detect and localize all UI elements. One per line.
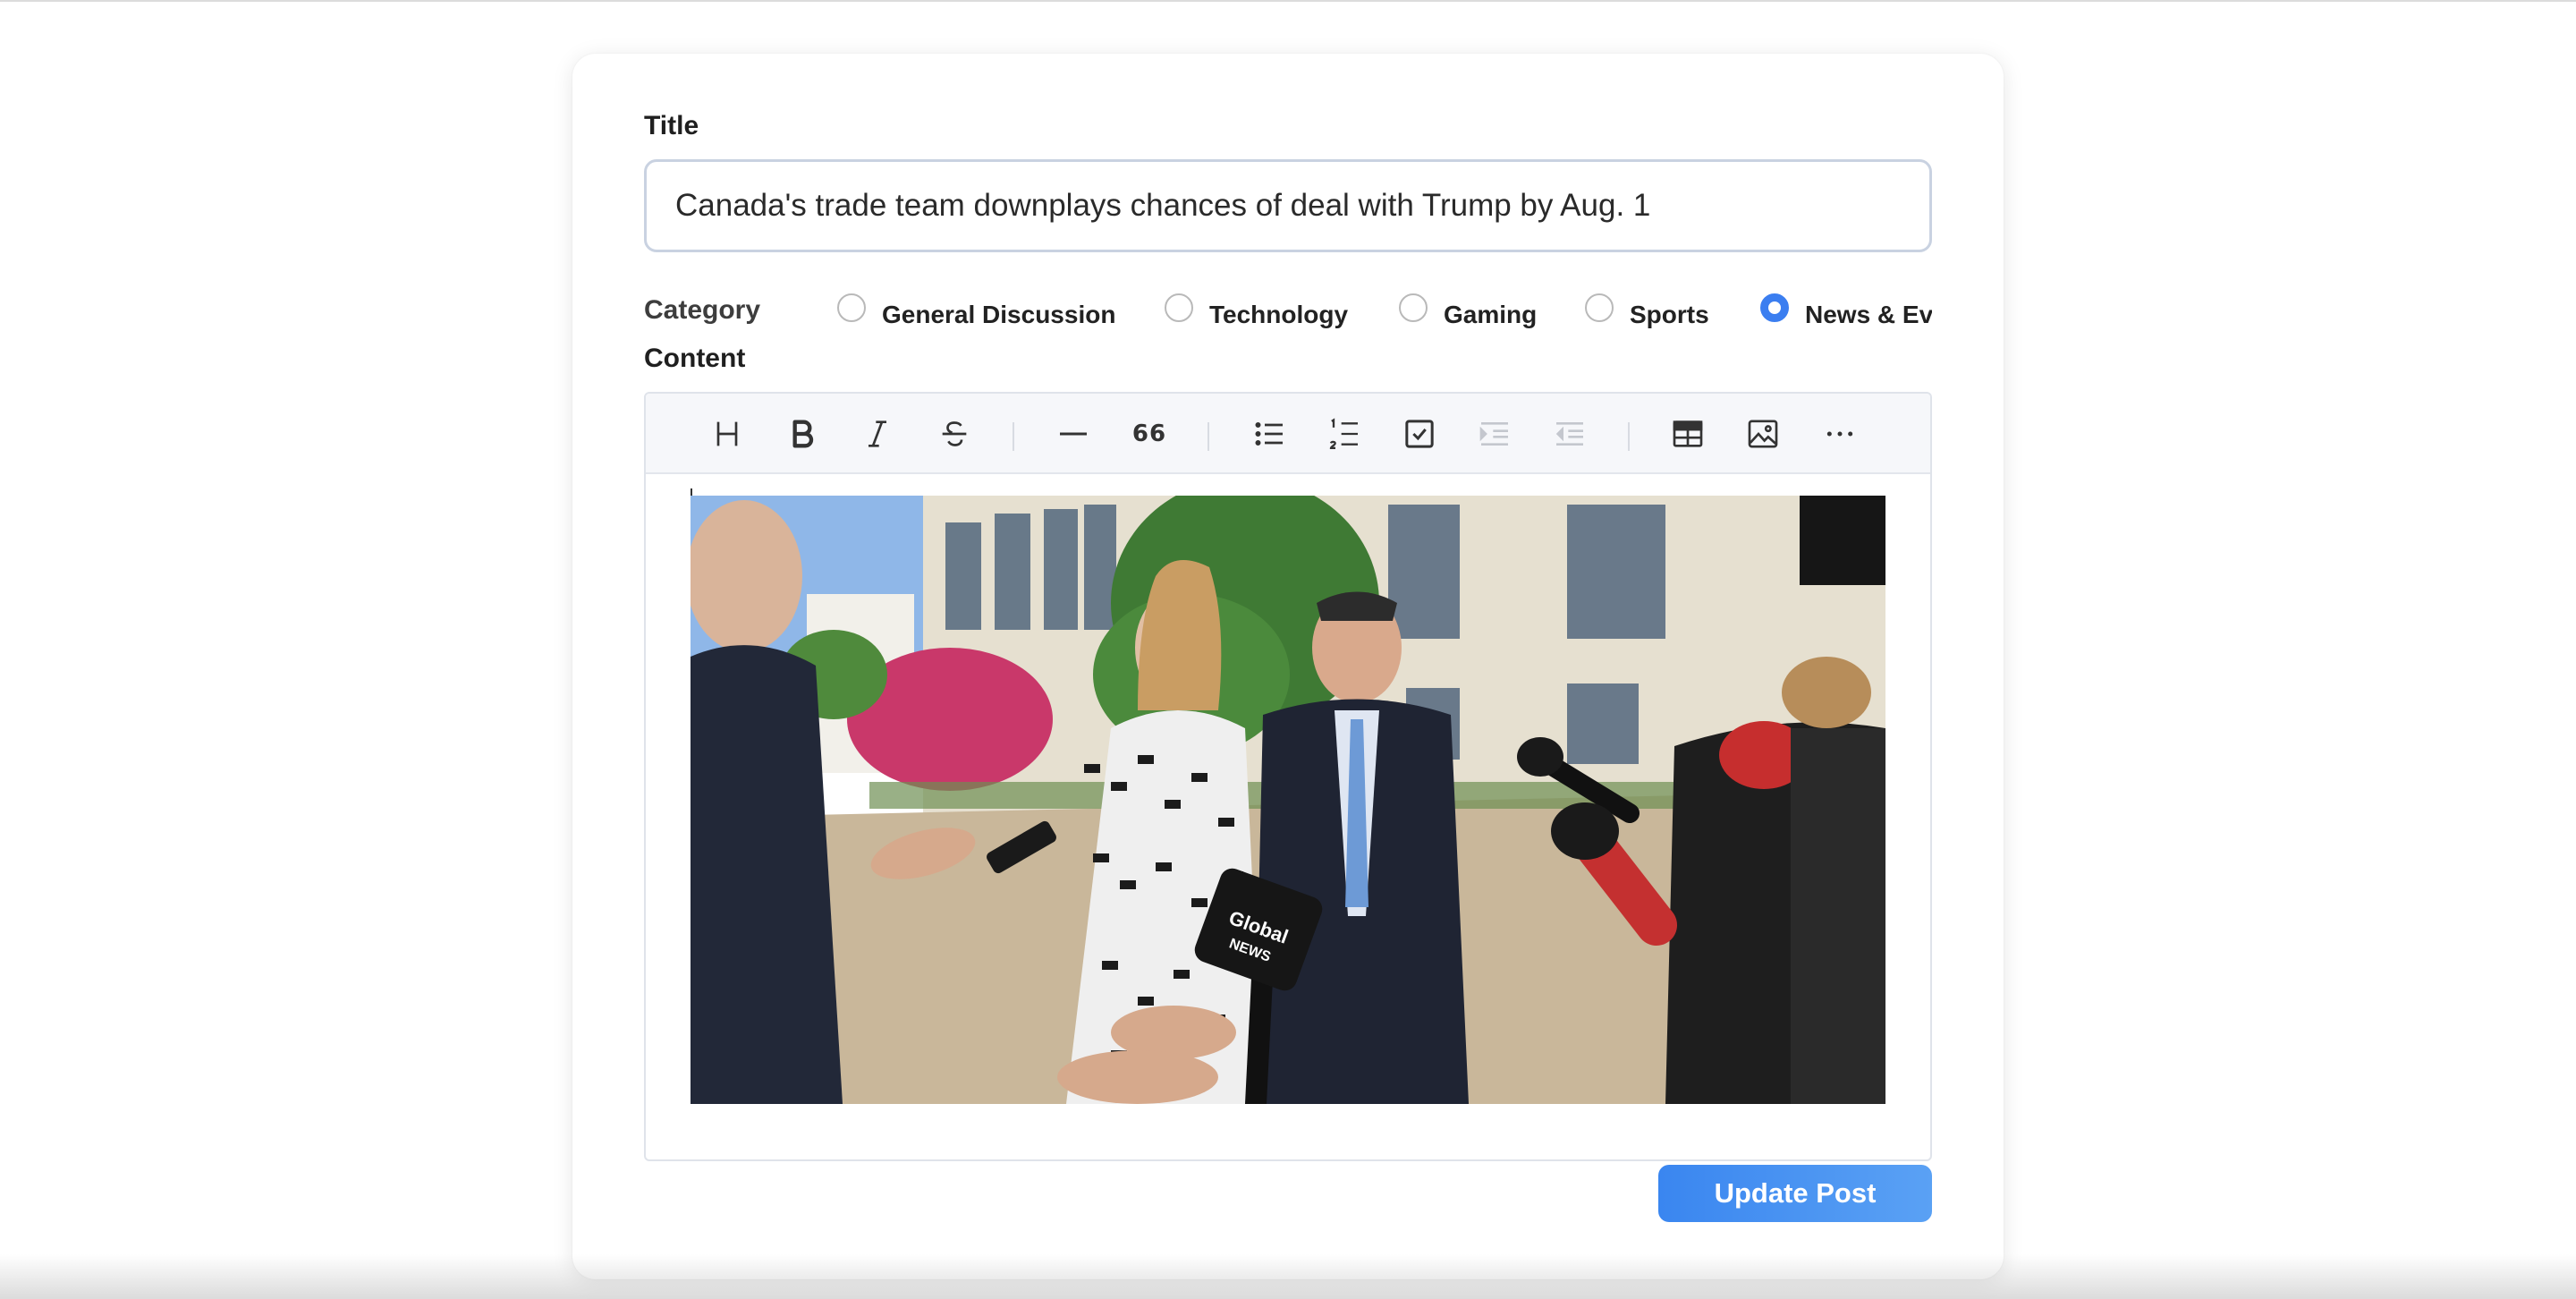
toolbar-divider bbox=[1628, 422, 1630, 451]
indent-icon[interactable] bbox=[1472, 412, 1517, 456]
edit-post-card: Title Category General Discussion Techno… bbox=[572, 54, 2004, 1279]
toolbar-divider bbox=[1208, 422, 1209, 451]
bullet-list-icon[interactable] bbox=[1247, 412, 1292, 456]
category-option-news-events[interactable]: News & Ev bbox=[1760, 292, 1932, 329]
radio-button[interactable] bbox=[1165, 293, 1193, 322]
radio-button[interactable] bbox=[837, 293, 866, 322]
category-option-gaming[interactable]: Gaming bbox=[1399, 292, 1537, 329]
window-top-border bbox=[0, 0, 2576, 2]
outdent-icon[interactable] bbox=[1547, 412, 1592, 456]
category-option-general-discussion[interactable]: General Discussion bbox=[837, 292, 1115, 329]
category-option-sports[interactable]: Sports bbox=[1585, 292, 1709, 329]
category-option-technology[interactable]: Technology bbox=[1165, 292, 1348, 329]
italic-icon[interactable] bbox=[855, 412, 900, 456]
image-icon[interactable] bbox=[1741, 412, 1785, 456]
toolbar-divider bbox=[1013, 422, 1014, 451]
category-option-label: Sports bbox=[1630, 301, 1709, 328]
heading-icon[interactable] bbox=[705, 412, 750, 456]
update-post-button[interactable]: Update Post bbox=[1658, 1165, 1932, 1222]
editor-content-area[interactable]: Global NEWS bbox=[646, 476, 1930, 1159]
category-option-label: General Discussion bbox=[882, 301, 1116, 328]
bold-icon[interactable] bbox=[780, 412, 825, 456]
category-option-label: Technology bbox=[1209, 301, 1349, 328]
content-label: Content bbox=[644, 344, 746, 373]
ordered-list-icon[interactable] bbox=[1322, 412, 1367, 456]
category-option-label: News & Ev bbox=[1805, 301, 1932, 328]
horizontal-rule-icon[interactable] bbox=[1051, 412, 1096, 456]
embedded-news-photo[interactable]: Global NEWS bbox=[691, 496, 1885, 1104]
category-radio-group: Category General Discussion Technology G… bbox=[644, 288, 1932, 342]
more-icon[interactable] bbox=[1818, 412, 1862, 456]
title-input[interactable] bbox=[644, 159, 1932, 252]
category-label: Category bbox=[644, 295, 761, 325]
rich-text-editor: 66 Global NEWS bbox=[644, 392, 1932, 1161]
radio-button-selected[interactable] bbox=[1760, 293, 1789, 322]
category-option-label: Gaming bbox=[1444, 301, 1538, 328]
radio-button[interactable] bbox=[1585, 293, 1614, 322]
bottom-shadow bbox=[0, 1254, 2576, 1299]
blockquote-icon[interactable]: 66 bbox=[1127, 412, 1172, 456]
radio-button[interactable] bbox=[1399, 293, 1428, 322]
strikethrough-icon[interactable] bbox=[932, 412, 977, 456]
table-icon[interactable] bbox=[1665, 412, 1710, 456]
task-list-icon[interactable] bbox=[1397, 412, 1442, 456]
title-label: Title bbox=[644, 111, 699, 140]
blockquote-glyph: 66 bbox=[1131, 420, 1167, 447]
editor-toolbar: 66 bbox=[646, 394, 1930, 474]
